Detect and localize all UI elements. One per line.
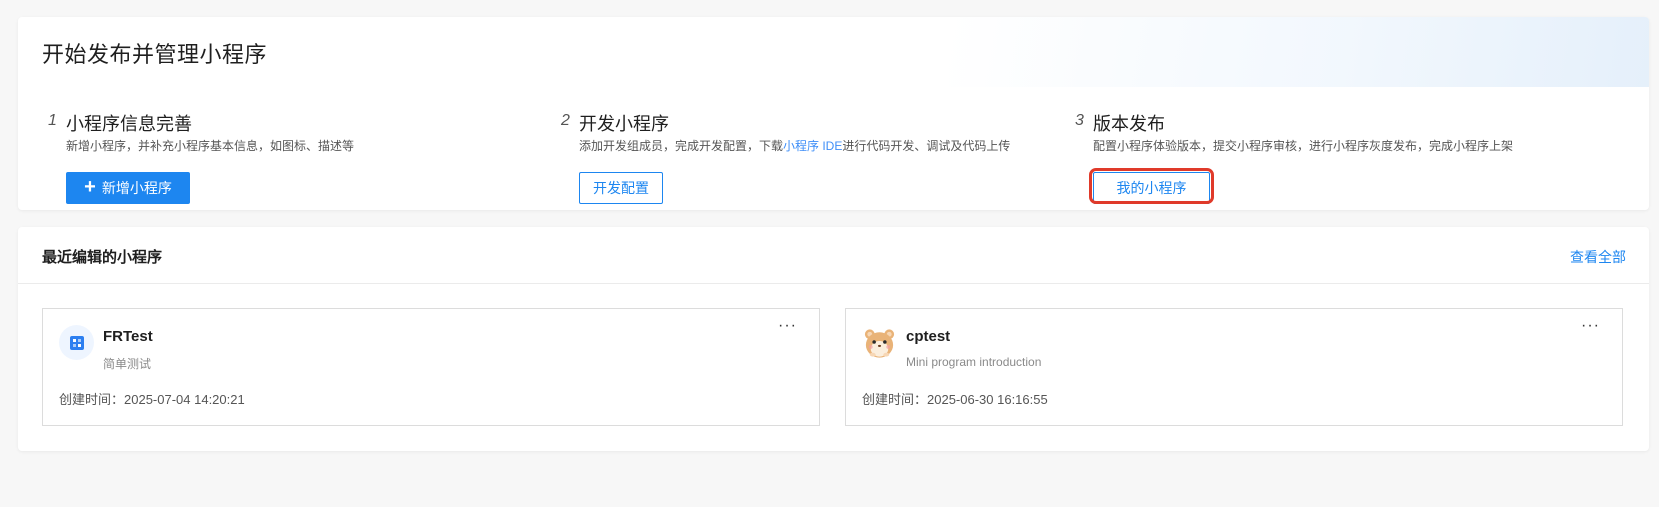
card-subtitle: 简单测试 — [103, 357, 152, 371]
section-title: 最近编辑的小程序 — [42, 249, 163, 266]
card-name: cptest — [906, 328, 951, 345]
miniprogram-card[interactable]: cptest Mini program introduction 创建时间：20… — [845, 308, 1623, 426]
card-created-time: 创建时间：2025-07-04 14:20:21 — [59, 392, 245, 407]
step-number: 1 — [48, 112, 57, 129]
page-title: 开始发布并管理小程序 — [42, 42, 268, 67]
ide-download-link[interactable]: 小程序 IDE — [783, 139, 842, 153]
view-all-link[interactable]: 查看全部 — [1570, 247, 1626, 267]
step-3: 3 版本发布 配置小程序体验版本，提交小程序审核，进行小程序灰度发布，完成小程序… — [1075, 110, 1635, 210]
add-miniprogram-button[interactable]: + 新增小程序 — [66, 172, 190, 204]
step-description-pre: 添加开发组成员，完成开发配置，下载 — [579, 139, 784, 153]
step-description: 新增小程序，并补充小程序基本信息，如图标、描述等 — [66, 139, 355, 153]
step-1: 1 小程序信息完善 新增小程序，并补充小程序基本信息，如图标、描述等 + 新增小… — [48, 110, 548, 210]
step-2: 2 开发小程序 添加开发组成员，完成开发配置，下载小程序 IDE进行代码开发、调… — [561, 110, 1061, 210]
more-options-icon[interactable]: ··· — [1581, 317, 1600, 335]
miniprogram-card[interactable]: FRTest 简单测试 创建时间：2025-07-04 14:20:21 ··· — [42, 308, 820, 426]
card-name: FRTest — [103, 328, 153, 345]
hamster-avatar-icon — [862, 325, 897, 360]
publish-guide-panel: 开始发布并管理小程序 1 小程序信息完善 新增小程序，并补充小程序基本信息，如图… — [18, 17, 1649, 210]
step-description: 配置小程序体验版本，提交小程序审核，进行小程序灰度发布，完成小程序上架 — [1093, 139, 1514, 153]
step-description-post: 进行代码开发、调试及代码上传 — [842, 139, 1011, 153]
step-title: 版本发布 — [1093, 114, 1165, 134]
dev-config-button[interactable]: 开发配置 — [579, 172, 663, 204]
highlight-box — [1089, 168, 1214, 204]
plus-icon: + — [84, 176, 96, 198]
step-description: 添加开发组成员，完成开发配置，下载小程序 IDE进行代码开发、调试及代码上传 — [579, 137, 1010, 154]
divider — [18, 283, 1649, 284]
step-title: 小程序信息完善 — [66, 114, 192, 134]
recent-miniprograms-panel: 最近编辑的小程序 查看全部 FRTest 简单测试 创建时间：2025-07-0… — [18, 227, 1649, 451]
step-number: 2 — [561, 112, 570, 129]
step-title: 开发小程序 — [579, 114, 669, 134]
step-number: 3 — [1075, 112, 1084, 129]
card-subtitle: Mini program introduction — [906, 355, 1042, 369]
header-decoration — [949, 17, 1649, 87]
add-miniprogram-label: 新增小程序 — [101, 180, 172, 196]
app-grid-icon — [59, 325, 94, 360]
card-created-time: 创建时间：2025-06-30 16:16:55 — [862, 392, 1048, 407]
more-options-icon[interactable]: ··· — [778, 317, 797, 335]
